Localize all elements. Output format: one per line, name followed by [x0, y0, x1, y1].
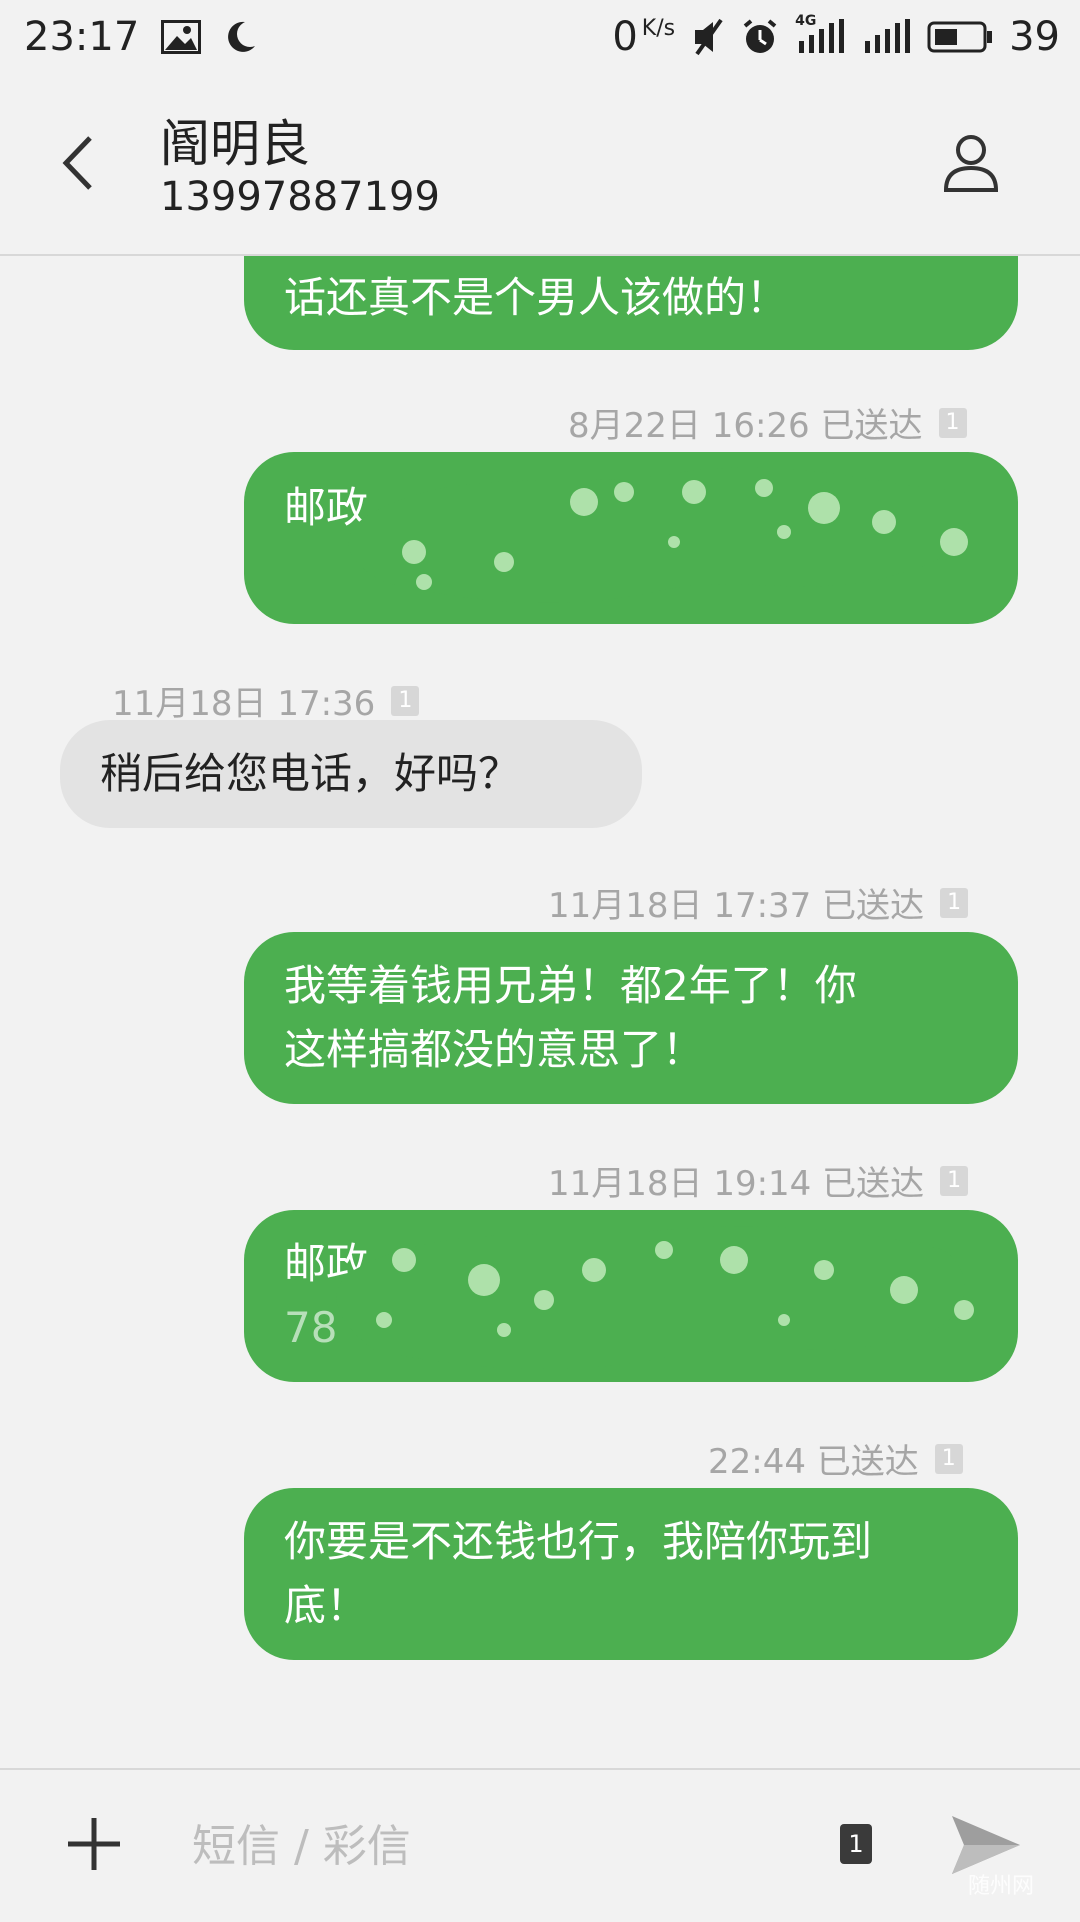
message-text-line: 你要是不还钱也行，我陪你玩到 [284, 1517, 873, 1566]
add-attachment-button[interactable] [62, 1812, 126, 1876]
message-bubble-incoming[interactable]: 稍后给您电话，好吗？ [60, 720, 642, 828]
sim-select-button[interactable]: 1 [840, 1824, 872, 1864]
battery-icon [927, 19, 993, 55]
message-timestamp: 11月18日 17:37 已送达 [548, 886, 925, 926]
message-text-line: 我等着钱用兄弟！都2年了！你 [284, 961, 857, 1010]
chevron-left-icon [62, 136, 92, 190]
message-list[interactable]: 话还真不是个男人该做的！ 8月22日 16:26 已送达 1 邮政 11月18日… [0, 256, 1080, 1766]
mute-icon [691, 18, 725, 56]
network-speed: 0 K/s [612, 14, 675, 60]
redaction-scribble [336, 1226, 974, 1369]
message-bubble-outgoing[interactable]: 邮政 [244, 452, 1018, 624]
battery-level: 39 [1009, 14, 1060, 60]
contact-name: 阍明良 [160, 115, 310, 173]
message-timestamp: 11月18日 19:14 已送达 [548, 1164, 925, 1204]
signal-4g-icon: 4G [795, 13, 845, 55]
back-button[interactable] [52, 128, 112, 198]
message-bubble-outgoing[interactable]: 邮政 78 [244, 1210, 1018, 1382]
sim-badge: 1 [391, 685, 420, 716]
message-bubble-outgoing[interactable]: 我等着钱用兄弟！都2年了！你 这样搞都没的意思了！ [244, 932, 1018, 1104]
compose-bar: 1 [0, 1768, 1080, 1922]
message-text: 稍后给您电话，好吗？ [100, 749, 521, 798]
contact-profile-button[interactable] [936, 128, 1006, 198]
sim-badge: 1 [934, 1443, 963, 1474]
status-bar: 23:17 0 K/s 4G 39 [0, 0, 1080, 76]
contact-phone: 13997887199 [160, 174, 440, 220]
net-speed-value: 0 [612, 14, 638, 60]
message-text: 话还真不是个男人该做的！ [284, 273, 789, 322]
plus-icon [68, 1818, 120, 1870]
conversation-header: 阍明良 13997887199 [0, 76, 1080, 256]
message-text-line: 底！ [284, 1581, 369, 1630]
person-icon [943, 135, 999, 192]
message-meta: 11月18日 17:37 已送达 1 [548, 878, 969, 927]
gallery-icon [161, 20, 202, 54]
alarm-icon [741, 18, 779, 56]
moon-icon [223, 20, 257, 54]
message-timestamp: 22:44 已送达 [708, 1442, 919, 1482]
sim-badge: 1 [940, 887, 969, 918]
signal-icon [861, 19, 911, 55]
watermark: 随州网 [968, 1874, 1035, 1899]
network-type: 4G [795, 13, 817, 29]
clock: 23:17 [24, 14, 140, 60]
message-timestamp: 11月18日 17:36 [112, 684, 376, 724]
net-speed-unit: K/s [641, 16, 676, 41]
message-meta: 11月18日 17:36 1 [112, 676, 420, 725]
message-meta: 8月22日 16:26 已送达 1 [568, 398, 967, 447]
sim-badge: 1 [940, 1165, 969, 1196]
message-bubble-outgoing[interactable]: 你要是不还钱也行，我陪你玩到 底！ [244, 1488, 1018, 1660]
message-timestamp: 8月22日 16:26 已送达 [568, 406, 923, 446]
message-bubble-outgoing[interactable]: 话还真不是个男人该做的！ [244, 256, 1018, 350]
message-meta: 11月18日 19:14 已送达 1 [548, 1156, 969, 1205]
redaction-scribble [348, 467, 971, 603]
message-text-line: 这样搞都没的意思了！ [284, 1025, 705, 1074]
message-meta: 22:44 已送达 1 [708, 1434, 963, 1483]
message-input[interactable] [190, 1810, 794, 1882]
sim-badge: 1 [938, 407, 967, 438]
